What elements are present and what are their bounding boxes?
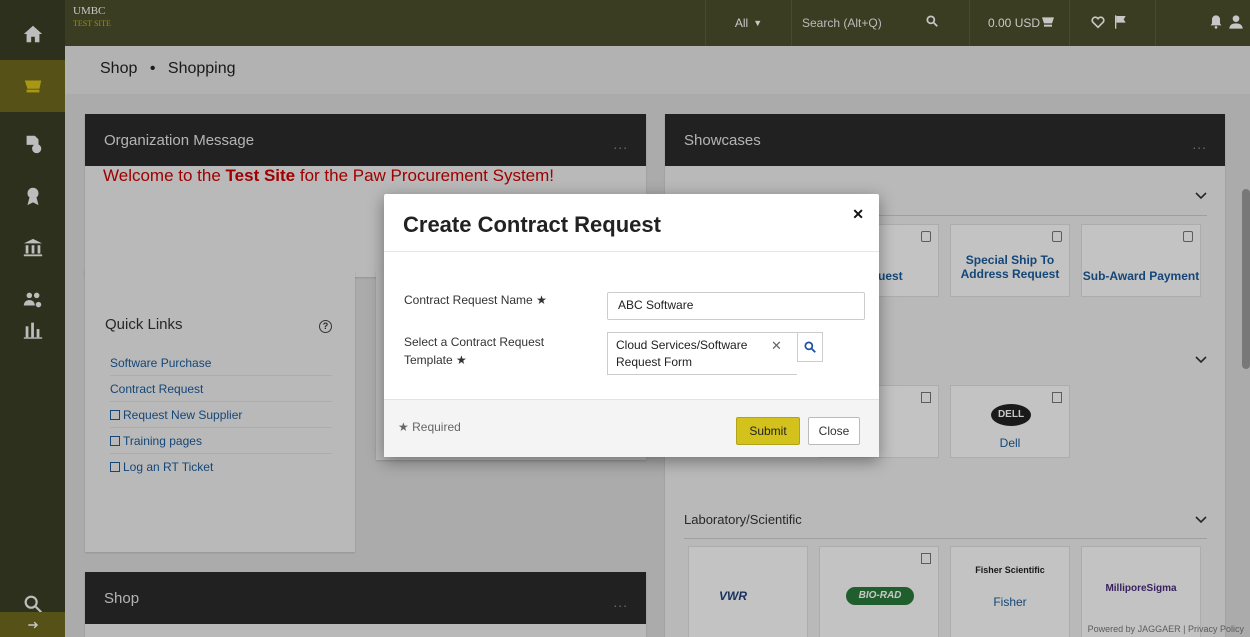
contract-name-input[interactable]: ABC Software <box>607 292 865 320</box>
close-icon[interactable]: ✕ <box>852 206 864 223</box>
template-selector[interactable]: Cloud Services/Software Request Form ✕ <box>607 332 823 375</box>
template-label: Select a Contract Request Template ★ <box>404 333 574 369</box>
required-note-text: Required <box>412 420 461 434</box>
contract-name-label-text: Contract Request Name <box>404 293 533 307</box>
selected-template: Cloud Services/Software Request Form ✕ <box>607 332 797 375</box>
contract-name-label: Contract Request Name ★ <box>404 291 547 309</box>
submit-button[interactable]: Submit <box>736 417 800 445</box>
required-star-icon: ★ <box>536 293 547 307</box>
close-button[interactable]: Close <box>808 417 860 445</box>
selected-template-value: Cloud Services/Software Request Form <box>616 338 748 369</box>
required-star-icon: ★ <box>456 353 467 367</box>
search-icon[interactable] <box>797 332 823 362</box>
required-note: ★ Required <box>398 420 461 434</box>
modal-title: Create Contract Request <box>403 212 661 237</box>
template-label-text: Select a Contract Request Template <box>404 335 545 367</box>
required-star-icon: ★ <box>398 420 409 434</box>
modal-footer: ★ Required Submit Close <box>384 399 879 457</box>
clear-selection-icon[interactable]: ✕ <box>771 337 782 354</box>
contract-name-value: ABC Software <box>618 298 694 312</box>
create-contract-request-modal: Create Contract Request ✕ Contract Reque… <box>384 194 879 457</box>
modal-divider <box>384 251 879 252</box>
